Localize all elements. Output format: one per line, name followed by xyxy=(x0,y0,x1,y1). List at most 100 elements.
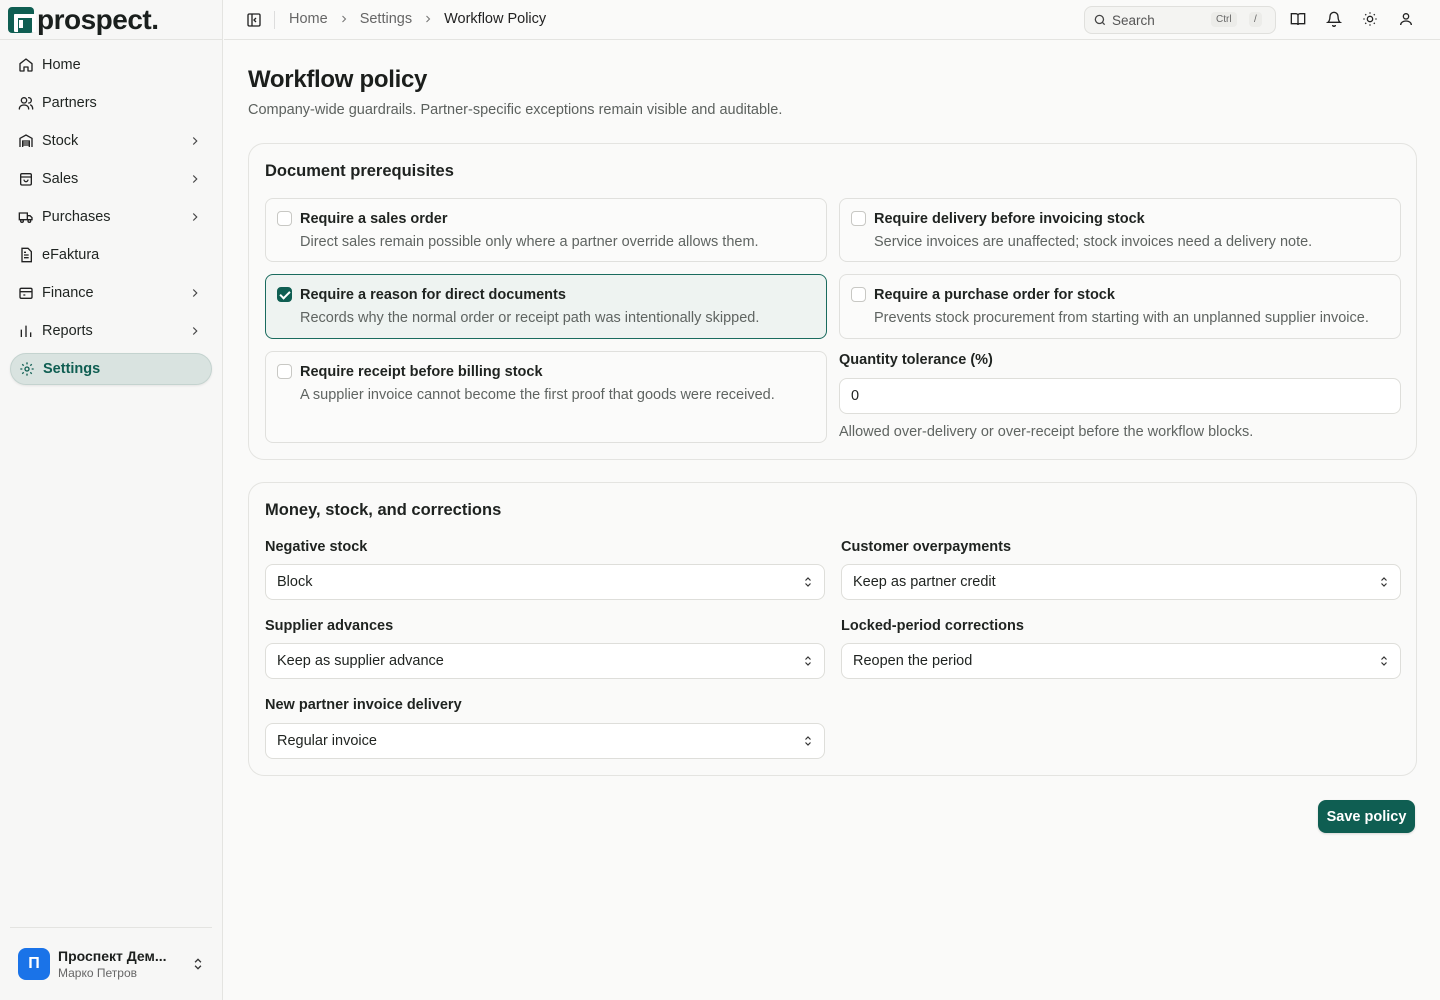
option-title: Require a reason for direct documents xyxy=(300,287,566,303)
select-value: Regular invoice xyxy=(277,733,377,749)
shopping-bag-icon xyxy=(18,171,34,187)
chevrons-up-down-icon xyxy=(1378,654,1390,668)
wallet-icon xyxy=(18,285,34,301)
option-title: Require a sales order xyxy=(300,211,448,227)
select-value: Keep as supplier advance xyxy=(277,653,444,669)
top-actions xyxy=(1290,11,1414,29)
option-title: Require delivery before invoicing stock xyxy=(874,211,1145,227)
sidebar-item-label: eFaktura xyxy=(42,247,100,263)
book-icon[interactable] xyxy=(1290,11,1306,29)
sidebar-item-partners[interactable]: Partners xyxy=(10,87,212,119)
chevron-right-icon xyxy=(188,324,202,338)
checkbox[interactable] xyxy=(851,211,866,226)
quantity-tolerance-help: Allowed over-delivery or over-receipt be… xyxy=(839,424,1254,440)
page-subtitle: Company-wide guardrails. Partner-specifi… xyxy=(248,102,783,118)
sidebar-item-home[interactable]: Home xyxy=(10,49,212,81)
account-user: Марко Петров xyxy=(58,966,137,980)
negative-stock-select[interactable]: Block xyxy=(265,564,825,600)
sidebar-nav: Home Partners Stock Sales Purchases eFak… xyxy=(10,49,212,391)
customer-overpayments-label: Customer overpayments xyxy=(841,539,1012,555)
bell-icon[interactable] xyxy=(1326,11,1342,29)
supplier-advances-select[interactable]: Keep as supplier advance xyxy=(265,643,825,679)
option-description: Service invoices are unaffected; stock i… xyxy=(874,234,1313,250)
negative-stock-label: Negative stock xyxy=(265,539,368,555)
sidebar-item-purchases[interactable]: Purchases xyxy=(10,201,212,233)
sidebar-item-label: Settings xyxy=(43,361,101,377)
chevrons-up-down-icon xyxy=(1378,575,1390,589)
logo-mark-icon xyxy=(8,7,36,33)
breadcrumb-home[interactable]: Home xyxy=(289,11,328,27)
sidebar: prospect. Home Partners Stock Sales Purc… xyxy=(0,0,223,1000)
checkbox[interactable] xyxy=(277,364,292,379)
option-title: Require receipt before billing stock xyxy=(300,364,543,380)
sidebar-item-finance[interactable]: Finance xyxy=(10,277,212,309)
money-stock-corrections-card: Money, stock, and corrections Negative s… xyxy=(248,482,1417,776)
sun-icon[interactable] xyxy=(1362,11,1378,29)
user-icon[interactable] xyxy=(1398,11,1414,29)
sidebar-item-sales[interactable]: Sales xyxy=(10,163,212,195)
account-name: Проспект Дем... xyxy=(58,948,167,964)
invoice-delivery-select[interactable]: Regular invoice xyxy=(265,723,825,759)
page-title: Workflow policy xyxy=(248,66,428,93)
checkbox[interactable] xyxy=(851,287,866,302)
chevron-right-icon xyxy=(188,134,202,148)
select-value: Keep as partner credit xyxy=(853,574,996,590)
sidebar-item-reports[interactable]: Reports xyxy=(10,315,212,347)
quantity-tolerance-input[interactable]: 0 xyxy=(839,378,1401,414)
select-value: Reopen the period xyxy=(853,653,973,669)
search-input[interactable]: Search Ctrl / xyxy=(1084,6,1276,34)
search-label: Search xyxy=(1112,12,1155,28)
option-description: Direct sales remain possible only where … xyxy=(300,234,759,250)
chevrons-up-down-icon xyxy=(802,654,814,668)
warehouse-icon xyxy=(18,133,34,149)
quantity-tolerance-label: Quantity tolerance (%) xyxy=(839,352,993,368)
sidebar-item-label: Sales xyxy=(42,171,79,187)
chevron-right-icon xyxy=(422,13,434,25)
divider xyxy=(274,11,275,29)
file-text-icon xyxy=(18,247,34,263)
sidebar-item-label: Finance xyxy=(42,285,94,301)
card-title: Document prerequisites xyxy=(265,162,454,180)
sidebar-item-label: Partners xyxy=(42,95,97,111)
divider xyxy=(10,927,212,928)
sidebar-item-stock[interactable]: Stock xyxy=(10,125,212,157)
breadcrumb-settings[interactable]: Settings xyxy=(360,11,412,27)
option-require-delivery[interactable]: Require delivery before invoicing stock … xyxy=(839,198,1401,262)
customer-overpayments-select[interactable]: Keep as partner credit xyxy=(841,564,1401,600)
sidebar-item-label: Reports xyxy=(42,323,93,339)
divider xyxy=(0,39,222,40)
truck-icon xyxy=(18,209,34,225)
shortcut-key: / xyxy=(1249,12,1262,27)
chevrons-up-down-icon xyxy=(802,575,814,589)
logo-text: prospect. xyxy=(37,4,159,35)
users-icon xyxy=(18,95,34,111)
invoice-delivery-label: New partner invoice delivery xyxy=(265,697,462,713)
option-require-sales-order[interactable]: Require a sales order Direct sales remai… xyxy=(265,198,827,262)
checkbox[interactable] xyxy=(277,211,292,226)
option-require-receipt[interactable]: Require receipt before billing stock A s… xyxy=(265,351,827,443)
chevron-right-icon xyxy=(188,286,202,300)
locked-period-corrections-select[interactable]: Reopen the period xyxy=(841,643,1401,679)
chevron-right-icon xyxy=(338,13,350,25)
home-icon xyxy=(18,57,34,73)
sidebar-item-label: Stock xyxy=(42,133,79,149)
sidebar-toggle-icon[interactable] xyxy=(246,12,262,28)
checkbox-checked[interactable] xyxy=(277,287,292,302)
gear-icon xyxy=(19,361,35,377)
option-require-purchase-order[interactable]: Require a purchase order for stock Preve… xyxy=(839,274,1401,339)
account-info: Проспект Дем... Марко Петров xyxy=(58,948,178,980)
save-policy-button[interactable]: Save policy xyxy=(1318,800,1415,833)
option-require-reason[interactable]: Require a reason for direct documents Re… xyxy=(265,274,827,339)
chevron-right-icon xyxy=(188,210,202,224)
sidebar-item-label: Purchases xyxy=(42,209,111,225)
sidebar-item-settings[interactable]: Settings xyxy=(10,353,212,385)
option-description: A supplier invoice cannot become the fir… xyxy=(300,387,775,403)
logo[interactable]: prospect. xyxy=(8,4,159,36)
sidebar-item-efaktura[interactable]: eFaktura xyxy=(10,239,212,271)
avatar: П xyxy=(18,948,50,980)
locked-period-corrections-label: Locked-period corrections xyxy=(841,618,1024,634)
account-switcher[interactable]: П Проспект Дем... Марко Петров xyxy=(18,947,213,981)
option-title: Require a purchase order for stock xyxy=(874,287,1115,303)
option-description: Prevents stock procurement from starting… xyxy=(874,310,1369,326)
document-prerequisites-card: Document prerequisites Require a sales o… xyxy=(248,143,1417,460)
